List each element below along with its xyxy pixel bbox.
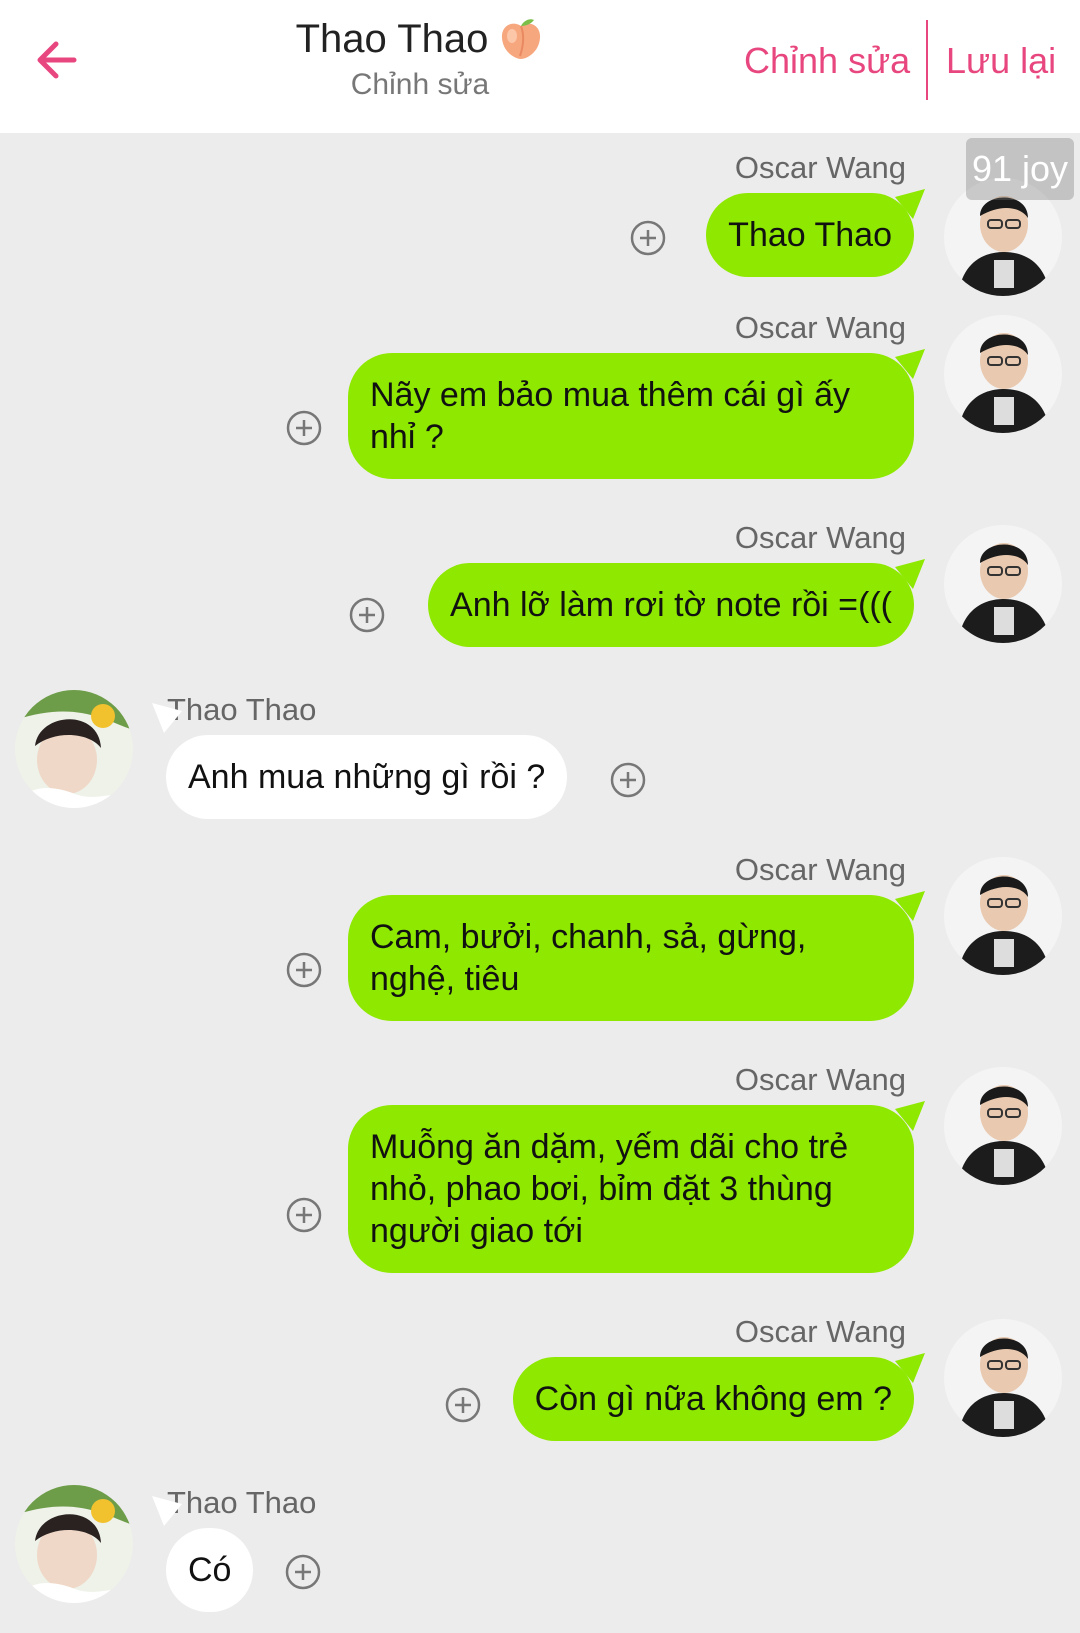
sender-name: Oscar Wang <box>734 520 906 555</box>
conversation-subtitle: Chỉnh sửa <box>350 68 490 101</box>
message-bubble[interactable]: Nãy em bảo mua thêm cái gì ấy nhỉ ? <box>348 353 914 479</box>
avatar-oscar-icon <box>944 315 1062 433</box>
avatar[interactable] <box>944 315 1062 433</box>
add-reaction-button[interactable] <box>609 761 647 799</box>
message-bubble[interactable]: Cam, bưởi, chanh, sả, gừng, nghệ, tiêu <box>348 895 914 1021</box>
add-reaction-button[interactable] <box>348 596 386 634</box>
conversation-title: Thao Thao <box>295 16 489 61</box>
avatar-oscar-icon <box>944 525 1062 643</box>
avatar[interactable] <box>15 690 133 808</box>
sender-name: Oscar Wang <box>734 1314 906 1349</box>
message-row: Oscar Wang Muỗng ăn dặm, yếm dãi cho trẻ… <box>0 1052 1080 1292</box>
message-bubble[interactable]: Muỗng ăn dặm, yếm dãi cho trẻ nhỏ, phao … <box>348 1105 914 1273</box>
sender-name: Oscar Wang <box>734 310 906 345</box>
avatar[interactable] <box>944 525 1062 643</box>
message-row: Thao Thao Có <box>0 1473 1080 1633</box>
sender-name: Oscar Wang <box>734 852 906 887</box>
peach-icon <box>498 16 544 62</box>
message-row: Oscar Wang Cam, bưởi, chanh, sả, gừng, n… <box>0 842 1080 1042</box>
conversation-title-block: Thao Thao Chỉnh sửa <box>260 16 580 102</box>
avatar[interactable] <box>944 1067 1062 1185</box>
plus-circle-icon <box>285 1554 321 1590</box>
plus-circle-icon <box>286 410 322 446</box>
header-divider <box>926 20 928 100</box>
plus-circle-icon <box>286 1197 322 1233</box>
add-reaction-button[interactable] <box>629 219 667 257</box>
watermark: 91 joy <box>966 138 1074 200</box>
avatar-thao-icon <box>15 1485 133 1603</box>
sender-name: Thao Thao <box>167 692 317 727</box>
back-button[interactable] <box>30 30 90 90</box>
add-reaction-button[interactable] <box>444 1386 482 1424</box>
avatar[interactable] <box>15 1485 133 1603</box>
message-bubble[interactable]: Thao Thao <box>706 193 914 277</box>
avatar[interactable] <box>944 857 1062 975</box>
plus-circle-icon <box>630 220 666 256</box>
sender-name: Oscar Wang <box>734 1062 906 1097</box>
message-row: Oscar Wang Anh lỡ làm rơi tờ note rồi =(… <box>0 510 1080 670</box>
plus-circle-icon <box>610 762 646 798</box>
message-bubble[interactable]: Anh lỡ làm rơi tờ note rồi =((( <box>428 563 914 647</box>
message-row: Oscar Wang Thao Thao <box>0 140 1080 296</box>
avatar-oscar-icon <box>944 1319 1062 1437</box>
plus-circle-icon <box>349 597 385 633</box>
header-bar: Thao Thao Chỉnh sửa Chỉnh sửa Lưu lại <box>0 0 1080 133</box>
message-row: Oscar Wang Còn gì nữa không em ? <box>0 1304 1080 1464</box>
avatar-oscar-icon <box>944 1067 1062 1185</box>
message-bubble[interactable]: Có <box>166 1528 254 1612</box>
back-arrow-icon <box>37 41 77 79</box>
message-row: Oscar Wang Nãy em bảo mua thêm cái gì ấy… <box>0 300 1080 500</box>
bubble-tail <box>152 703 182 733</box>
plus-circle-icon <box>286 952 322 988</box>
bubble-tail <box>152 1496 182 1526</box>
edit-button[interactable]: Chỉnh sửa <box>744 40 910 82</box>
plus-circle-icon <box>445 1387 481 1423</box>
add-reaction-button[interactable] <box>285 951 323 989</box>
sender-name: Oscar Wang <box>734 150 906 185</box>
add-reaction-button[interactable] <box>285 1196 323 1234</box>
add-reaction-button[interactable] <box>284 1553 322 1591</box>
message-bubble[interactable]: Anh mua những gì rồi ? <box>166 735 568 819</box>
avatar[interactable] <box>944 1319 1062 1437</box>
add-reaction-button[interactable] <box>285 409 323 447</box>
avatar-oscar-icon <box>944 857 1062 975</box>
avatar-thao-icon <box>15 690 133 808</box>
save-button[interactable]: Lưu lại <box>946 40 1056 82</box>
sender-name: Thao Thao <box>167 1485 317 1520</box>
message-row: Thao Thao Anh mua những gì rồi ? <box>0 680 1080 840</box>
message-bubble[interactable]: Còn gì nữa không em ? <box>512 1357 914 1441</box>
